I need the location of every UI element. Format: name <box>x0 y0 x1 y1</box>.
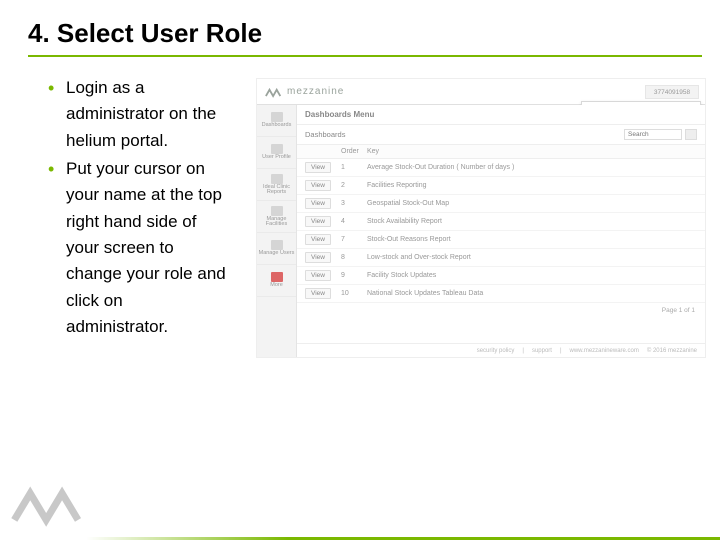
brand-logo: mezzanine <box>265 85 344 99</box>
cell-key: Stock-Out Reasons Report <box>367 236 697 243</box>
cell-order: 4 <box>341 218 367 225</box>
view-button[interactable]: View <box>305 180 331 191</box>
dashboard-icon <box>271 112 283 122</box>
slide-heading: 4. Select User Role <box>0 0 720 55</box>
brand-logo-icon <box>265 85 283 99</box>
table-row: View 10National Stock Updates Tableau Dat… <box>297 285 705 303</box>
nav-ideal-clinic-reports[interactable]: Ideal Clinic Reports <box>257 169 296 201</box>
cell-order: 1 <box>341 164 367 171</box>
account-badge[interactable]: 3774091958 <box>645 85 699 99</box>
table-row: View 3Geospatial Stock-Out Map <box>297 195 705 213</box>
nav-manage-facilities[interactable]: Manage Facilities <box>257 201 296 233</box>
table-header: Order Key <box>297 145 705 159</box>
footer-support[interactable]: support <box>532 348 552 354</box>
view-button[interactable]: View <box>305 162 331 173</box>
heading-underline <box>28 55 702 57</box>
app-footer: security policy | support | www.mezzanin… <box>297 343 705 357</box>
search-go-button[interactable] <box>685 129 697 140</box>
table-row: View 8Low-stock and Over-stock Report <box>297 249 705 267</box>
nav-user-profile[interactable]: User Profile <box>257 137 296 169</box>
cell-key: Facilities Reporting <box>367 182 697 189</box>
bullet-list: Login as a administrator on the helium p… <box>48 75 228 342</box>
table-row: View 4Stock Availability Report <box>297 213 705 231</box>
nav-manage-users[interactable]: Manage Users <box>257 233 296 265</box>
panel-title: Dashboards <box>305 130 345 139</box>
cell-order: 10 <box>341 290 367 297</box>
table-row: View 9Facility Stock Updates <box>297 267 705 285</box>
cell-key: Facility Stock Updates <box>367 272 697 279</box>
pager: Page 1 of 1 <box>297 303 705 318</box>
nav-label: Manage Users <box>259 251 295 257</box>
slide-corner-logo <box>10 481 100 532</box>
nav-label: User Profile <box>262 155 291 161</box>
brand-text: mezzanine <box>287 86 344 97</box>
search-box <box>624 129 697 140</box>
cell-order: 7 <box>341 236 367 243</box>
breadcrumb: Dashboards Menu <box>297 105 705 125</box>
footer-security[interactable]: security policy <box>477 348 515 354</box>
cell-key: Geospatial Stock-Out Map <box>367 200 697 207</box>
nav-label: Manage Facilities <box>257 217 296 228</box>
more-icon <box>271 272 283 282</box>
users-icon <box>271 240 283 250</box>
cell-key: Stock Availability Report <box>367 218 697 225</box>
bullet-item: Login as a administrator on the helium p… <box>48 75 228 154</box>
cell-key: Average Stock-Out Duration ( Number of d… <box>367 164 697 171</box>
view-button[interactable]: View <box>305 270 331 281</box>
embedded-screenshot: mezzanine 3774091958 Use NDoH - Stock Vi… <box>256 78 706 358</box>
table-row: View 2Facilities Reporting <box>297 177 705 195</box>
view-button[interactable]: View <box>305 234 331 245</box>
cell-order: 8 <box>341 254 367 261</box>
nav-label: Dashboards <box>262 123 292 129</box>
view-button[interactable]: View <box>305 252 331 263</box>
nav-label: More <box>270 283 283 289</box>
building-icon <box>271 206 283 216</box>
col-order: Order <box>341 148 367 155</box>
col-key: Key <box>367 148 697 155</box>
cell-key: Low-stock and Over-stock Report <box>367 254 697 261</box>
report-icon <box>271 174 283 184</box>
bullet-item: Put your cursor on your name at the top … <box>48 156 228 340</box>
view-button[interactable]: View <box>305 198 331 209</box>
cell-order: 3 <box>341 200 367 207</box>
nav-dashboards[interactable]: Dashboards <box>257 105 296 137</box>
footer-copyright: © 2016 mezzanine <box>647 348 697 354</box>
user-icon <box>271 144 283 154</box>
cell-order: 9 <box>341 272 367 279</box>
nav-more[interactable]: More <box>257 265 296 297</box>
cell-order: 2 <box>341 182 367 189</box>
corner-logo-icon <box>10 481 100 527</box>
left-nav: Dashboards User Profile Ideal Clinic Rep… <box>257 105 297 357</box>
footer-site[interactable]: www.mezzanineware.com <box>570 348 639 354</box>
view-button[interactable]: View <box>305 288 331 299</box>
view-button[interactable]: View <box>305 216 331 227</box>
cell-key: National Stock Updates Tableau Data <box>367 290 697 297</box>
main-panel: Dashboards Menu Dashboards Order Key Vie… <box>297 105 705 357</box>
nav-label: Ideal Clinic Reports <box>257 185 296 196</box>
table-row: View 1Average Stock-Out Duration ( Number… <box>297 159 705 177</box>
table-row: View 7Stock-Out Reasons Report <box>297 231 705 249</box>
search-input[interactable] <box>624 129 682 140</box>
